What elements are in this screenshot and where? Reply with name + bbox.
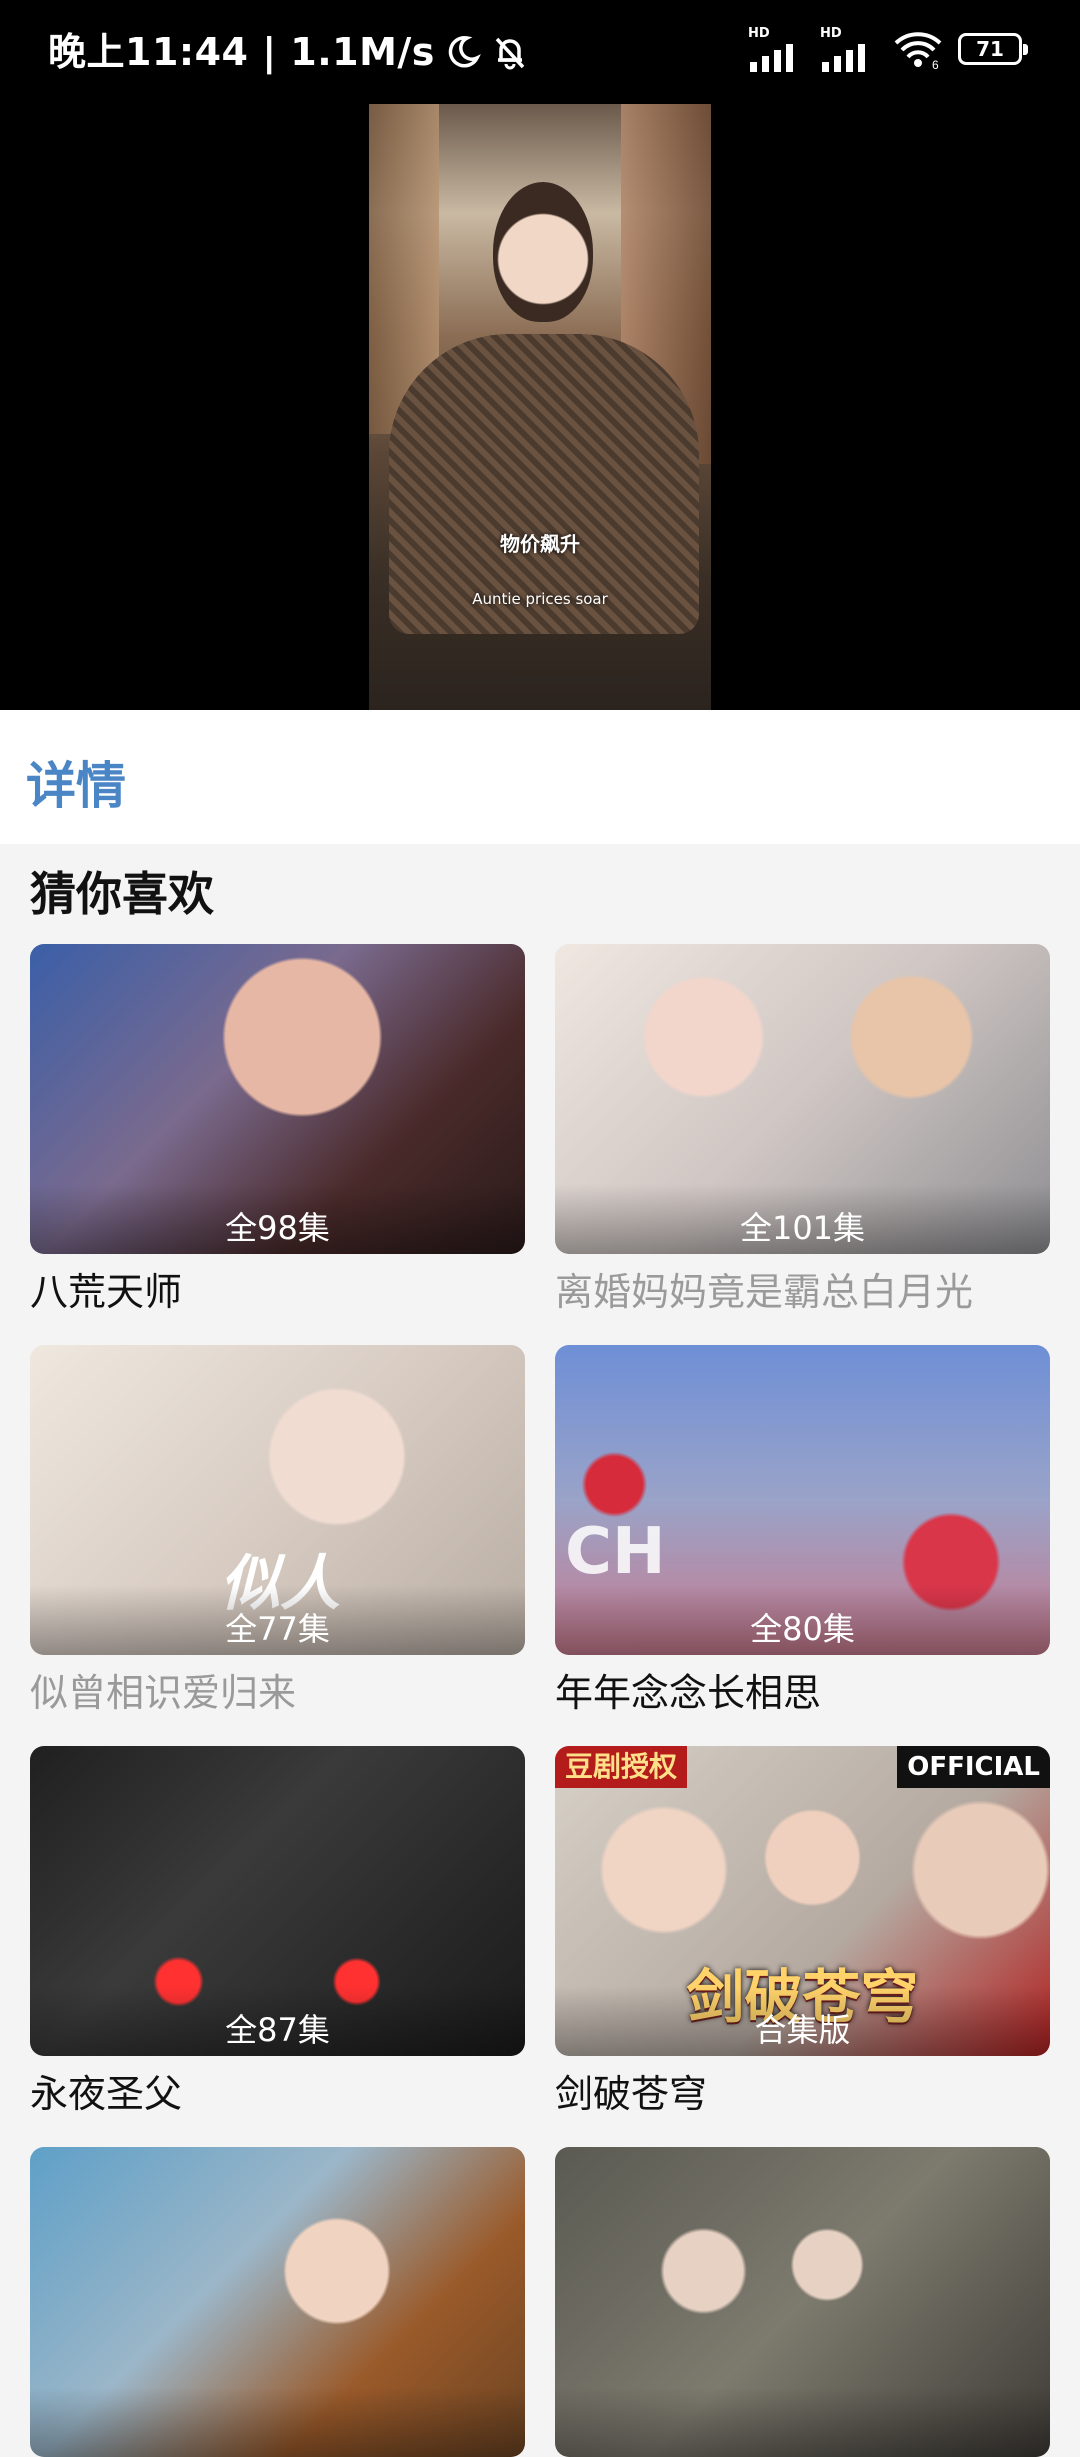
- drama-title[interactable]: 似曾相识爱归来: [30, 1669, 525, 1717]
- poster-letters: CH: [565, 1515, 666, 1589]
- episode-count: [30, 2387, 525, 2457]
- drama-title[interactable]: 年年念念长相思: [555, 1669, 1050, 1717]
- bell-off-icon: [495, 37, 525, 70]
- moon-icon: [448, 36, 481, 68]
- drama-thumbnail[interactable]: 似人 全77集: [30, 1345, 525, 1655]
- episode-count: 全87集: [30, 1986, 525, 2056]
- signal-icon-2: HD: [820, 26, 878, 72]
- drama-card[interactable]: 似人 全77集 似曾相识爱归来: [30, 1345, 525, 1717]
- drama-thumbnail[interactable]: 全87集: [30, 1746, 525, 2056]
- drama-thumbnail[interactable]: CH 全80集: [555, 1345, 1050, 1655]
- status-left: 晚上11:44 | 1.1M/s: [48, 28, 529, 76]
- drama-card[interactable]: 全101集 离婚妈妈竟是霸总白月光: [555, 944, 1050, 1316]
- section-title-recommend: 猜你喜欢: [30, 867, 214, 921]
- poster-official-badge: OFFICIAL: [897, 1746, 1050, 1788]
- drama-title[interactable]: 永夜圣父: [30, 2070, 525, 2118]
- video-subtitle-cn: 物价飙升: [500, 532, 580, 556]
- status-time: 晚上11:44 | 1.1M/s: [48, 30, 435, 74]
- tab-details[interactable]: 详情: [26, 746, 126, 818]
- drama-thumbnail[interactable]: 豆剧授权 OFFICIAL 剑破苍穹 合集版: [555, 1746, 1050, 2056]
- video-player[interactable]: 物价飙升 Auntie prices soar: [369, 104, 711, 710]
- svg-text:6: 6: [932, 58, 939, 69]
- episode-count: 全98集: [30, 1184, 525, 1254]
- drama-title[interactable]: 离婚妈妈竟是霸总白月光: [555, 1268, 1050, 1316]
- drama-card[interactable]: [555, 2147, 1050, 2457]
- wifi-icon: 6: [894, 32, 942, 69]
- drama-title[interactable]: 八荒天师: [30, 1268, 525, 1316]
- signal-icon: HD: [748, 26, 806, 72]
- video-frame-figure-head: [493, 182, 593, 322]
- hd-label: HD: [748, 26, 770, 41]
- episode-count: 全77集: [30, 1585, 525, 1655]
- drama-thumbnail[interactable]: 全101集: [555, 944, 1050, 1254]
- drama-title[interactable]: 剑破苍穹: [555, 2070, 1050, 2118]
- battery-level: 71: [976, 37, 1004, 61]
- drama-thumbnail[interactable]: [30, 2147, 525, 2457]
- battery-icon: 71: [958, 33, 1028, 65]
- hd-label-2: HD: [820, 26, 842, 41]
- drama-card[interactable]: CH 全80集 年年念念长相思: [555, 1345, 1050, 1717]
- poster-license-badge: 豆剧授权: [555, 1746, 688, 1788]
- drama-card[interactable]: 全98集 八荒天师: [30, 944, 525, 1316]
- drama-thumbnail[interactable]: [555, 2147, 1050, 2457]
- episode-count: 合集版: [555, 1986, 1050, 2056]
- drama-card[interactable]: 全87集 永夜圣父: [30, 1746, 525, 2118]
- status-right: HD HD 6 71: [748, 26, 1028, 72]
- drama-card[interactable]: [30, 2147, 525, 2457]
- video-subtitle-en: Auntie prices soar: [472, 590, 608, 608]
- status-bar: 晚上11:44 | 1.1M/s HD HD 6 71: [0, 0, 1080, 104]
- episode-count: [555, 2387, 1050, 2457]
- drama-thumbnail[interactable]: 全98集: [30, 944, 525, 1254]
- episode-count: 全80集: [555, 1585, 1050, 1655]
- tab-bar: 详情: [0, 710, 1080, 844]
- video-area: 晚上11:44 | 1.1M/s HD HD 6 71 物价飙升 Auntie …: [0, 0, 1080, 710]
- episode-count: 全101集: [555, 1184, 1050, 1254]
- drama-card[interactable]: 豆剧授权 OFFICIAL 剑破苍穹 合集版 剑破苍穹: [555, 1746, 1050, 2118]
- video-frame-figure-body: [389, 334, 699, 634]
